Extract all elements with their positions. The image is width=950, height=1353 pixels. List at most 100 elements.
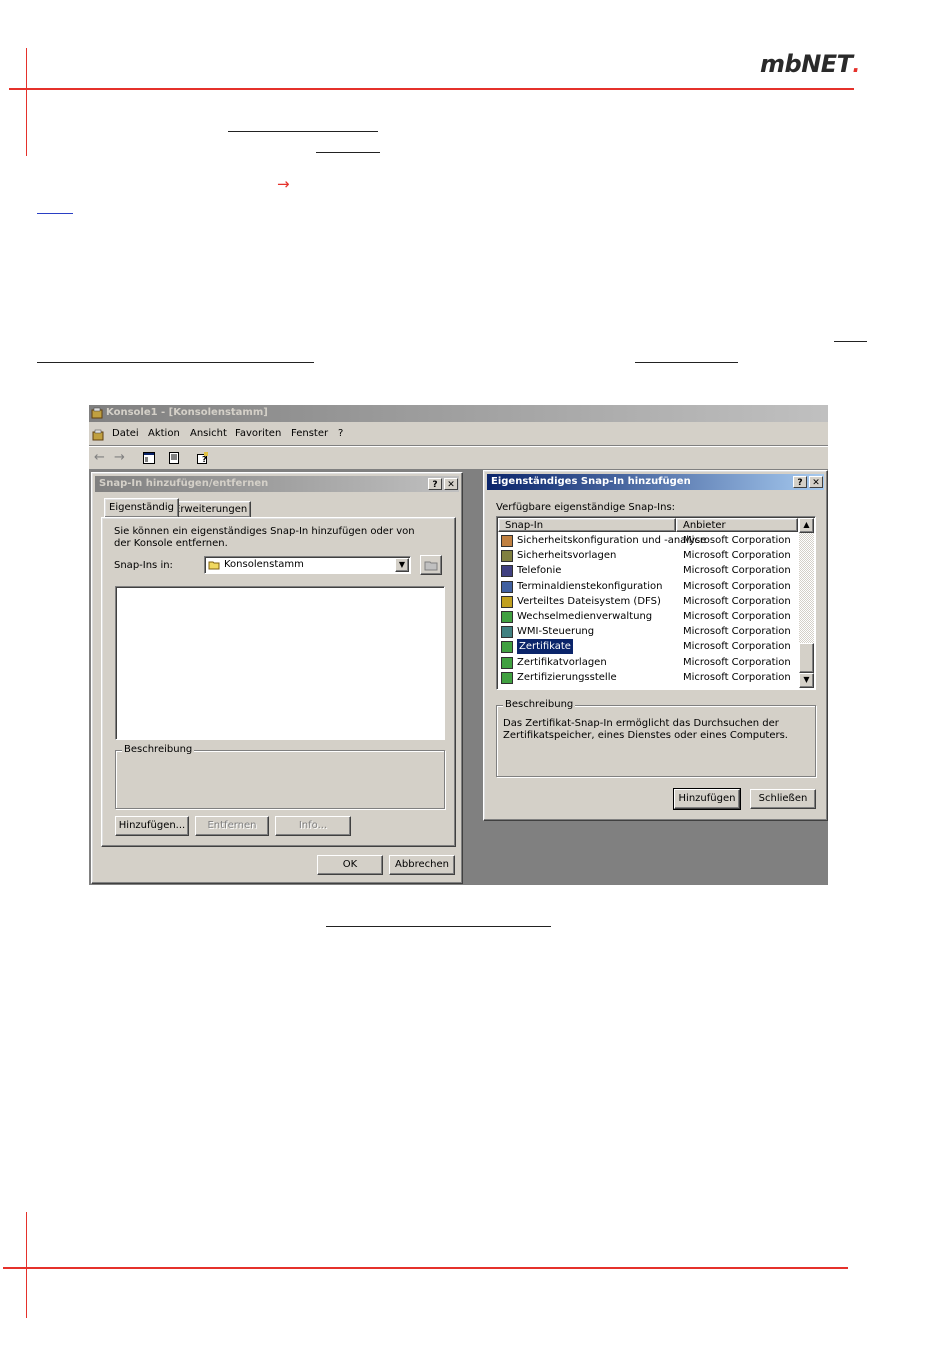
show-tree-icon[interactable] [143, 452, 155, 464]
menu-favoriten[interactable]: Favoriten [235, 425, 281, 443]
svg-text:?: ? [202, 455, 207, 464]
help-topic-icon[interactable]: ? [197, 452, 209, 464]
vertical-scrollbar[interactable]: ▲ ▼ [799, 518, 814, 688]
standalone-beschreibung-label: Beschreibung [503, 699, 576, 710]
caption-underline [326, 926, 551, 927]
ok-button[interactable]: OK [317, 855, 383, 875]
snapins-in-dropdown[interactable]: Konsolenstamm ▼ [204, 556, 411, 574]
snapin-list[interactable] [115, 586, 445, 740]
text-underline-4 [37, 362, 314, 363]
header-rule [9, 88, 854, 90]
top-margin-line [26, 48, 27, 156]
terminal-services-icon [501, 580, 513, 593]
snapin-row-vendor: Microsoft Corporation [683, 671, 791, 683]
available-snapins-label: Verfügbare eigenständige Snap-Ins: [496, 502, 676, 513]
snapin-row-name: Zertifikatvorlagen [517, 656, 607, 668]
snapin-row-name: Zertifizierungsstelle [517, 671, 617, 683]
scroll-down-icon[interactable]: ▼ [799, 673, 814, 688]
snapin-row-name: Zertifikate [516, 638, 574, 656]
console-app-icon [91, 407, 103, 419]
snapin-row-name: Sicherheitsvorlagen [517, 550, 617, 562]
snapin-row[interactable]: Telefonie Microsoft Corporation [498, 563, 798, 578]
abbrechen-button[interactable]: Abbrechen [389, 855, 455, 875]
snapin-row-name: Verteiltes Dateisystem (DFS) [517, 595, 661, 607]
forward-icon[interactable]: → [114, 450, 125, 465]
snapin-row[interactable]: Verteiltes Dateisystem (DFS) Microsoft Co… [498, 594, 798, 609]
arrow-right-icon: → [277, 175, 290, 193]
menu-fenster[interactable]: Fenster [291, 425, 328, 443]
snapin-row[interactable]: Terminaldienstekonfiguration Microsoft Co… [498, 579, 798, 594]
folder-icon [208, 561, 220, 570]
tab-eigenstaendig[interactable]: Eigenständig [104, 498, 180, 517]
beschreibung-label: Beschreibung [122, 744, 195, 755]
snapin-row[interactable]: Sicherheitskonfiguration und -analyse Mic… [498, 533, 798, 548]
info-button[interactable]: Info... [275, 816, 351, 836]
add-remove-close-button[interactable]: ✕ [444, 478, 458, 490]
standalone-titlebar: Eigenständiges Snap-In hinzufügen [487, 474, 824, 490]
console-titlebar: Konsole1 - [Konsolenstamm] [89, 405, 828, 422]
hyperlink-underline[interactable] [37, 213, 73, 214]
tab-erweiterungen[interactable]: Erweiterungen [170, 501, 252, 517]
wmi-control-icon [501, 626, 513, 639]
console-toolbar: ← → ? [89, 446, 828, 470]
snapin-row-name: Sicherheitskonfiguration und -analyse [517, 535, 707, 546]
snapin-row-name: Terminaldienstekonfiguration [517, 580, 663, 592]
hinzufuegen-button[interactable]: Hinzufügen... [115, 816, 189, 836]
snapins-in-label: Snap-Ins in: [114, 560, 173, 571]
security-config-icon [501, 535, 513, 547]
security-templates-icon [501, 550, 513, 563]
snapin-row-vendor: Microsoft Corporation [683, 656, 791, 668]
snapin-row-vendor: Microsoft Corporation [683, 611, 791, 622]
folder-up-button[interactable] [420, 555, 442, 575]
console-menu-icon[interactable] [92, 429, 104, 441]
snapin-rows: Sicherheitskonfiguration und -analyse Mic… [498, 533, 798, 689]
standalone-close-button[interactable]: ✕ [809, 476, 823, 488]
snapin-row[interactable]: Zertifizierungsstelle Microsoft Corporati… [498, 670, 798, 685]
certificate-templates-icon [501, 656, 513, 669]
scroll-thumb[interactable] [799, 643, 814, 673]
snapins-in-value: Konsolenstamm [224, 559, 304, 570]
menu-ansicht[interactable]: Ansicht [190, 425, 227, 443]
chevron-down-icon[interactable]: ▼ [395, 558, 409, 572]
snapin-row-name: WMI-Steuerung [517, 626, 595, 638]
snapin-row[interactable]: Zertifikatvorlagen Microsoft Corporation [498, 655, 798, 670]
add-remove-description-text: Sie können ein eigenständiges Snap-In hi… [114, 526, 415, 549]
standalone-snapin-dialog: Eigenständiges Snap-In hinzufügen ? ✕ Ve… [483, 470, 828, 821]
entfernen-button[interactable]: Entfernen [195, 816, 269, 836]
snapin-row-vendor: Microsoft Corporation [683, 626, 791, 638]
scroll-up-icon[interactable]: ▲ [799, 518, 814, 533]
tab-panel: Sie können ein eigenständiges Snap-In hi… [101, 517, 456, 847]
standalone-help-button[interactable]: ? [793, 476, 807, 488]
column-header-snapin[interactable]: Snap-In [498, 518, 676, 532]
footer-rule [3, 1267, 848, 1269]
column-header-anbieter-label: Anbieter [683, 520, 726, 531]
menu-help[interactable]: ? [338, 425, 343, 443]
menu-aktion[interactable]: Aktion [148, 425, 180, 443]
schliessen-button[interactable]: Schließen [750, 789, 816, 809]
mbnet-logo: mbNET. [760, 50, 860, 78]
standalone-hinzufuegen-button[interactable]: Hinzufügen [673, 788, 741, 810]
snapin-row[interactable]: Wechselmedienverwaltung Microsoft Corpora… [498, 609, 798, 624]
certificates-icon [501, 641, 513, 654]
snapin-row-vendor: Microsoft Corporation [683, 595, 791, 607]
console-menu-bar: Datei Aktion Ansicht Favoriten Fenster ? [89, 425, 828, 446]
available-snapins-list[interactable]: Snap-In Anbieter Sicherheitskonfiguratio… [496, 516, 816, 690]
add-remove-help-button[interactable]: ? [428, 478, 442, 490]
snapin-row-vendor: Microsoft Corporation [683, 580, 791, 592]
menu-datei[interactable]: Datei [112, 425, 139, 443]
snapin-row-vendor: Microsoft Corporation [683, 565, 791, 577]
snapin-row-vendor: Microsoft Corporation [683, 550, 791, 562]
export-list-icon[interactable] [169, 452, 181, 464]
add-remove-snapin-dialog: Snap-In hinzufügen/entfernen ? ✕ Eigenst… [91, 472, 463, 884]
text-underline-2 [316, 152, 380, 153]
snapin-row[interactable]: Sicherheitsvorlagen Microsoft Corporation [498, 548, 798, 563]
back-icon[interactable]: ← [94, 450, 105, 465]
text-underline-1 [228, 131, 378, 132]
snapin-row[interactable]: Zertifikate Microsoft Corporation [498, 638, 798, 656]
add-remove-titlebar: Snap-In hinzufügen/entfernen [95, 476, 459, 492]
snapin-row-vendor: Microsoft Corporation [683, 641, 791, 653]
snapin-row[interactable]: WMI-Steuerung Microsoft Corporation [498, 624, 798, 639]
column-header-anbieter[interactable]: Anbieter [676, 518, 798, 532]
text-underline-3 [834, 341, 867, 342]
text-underline-5 [635, 362, 738, 363]
